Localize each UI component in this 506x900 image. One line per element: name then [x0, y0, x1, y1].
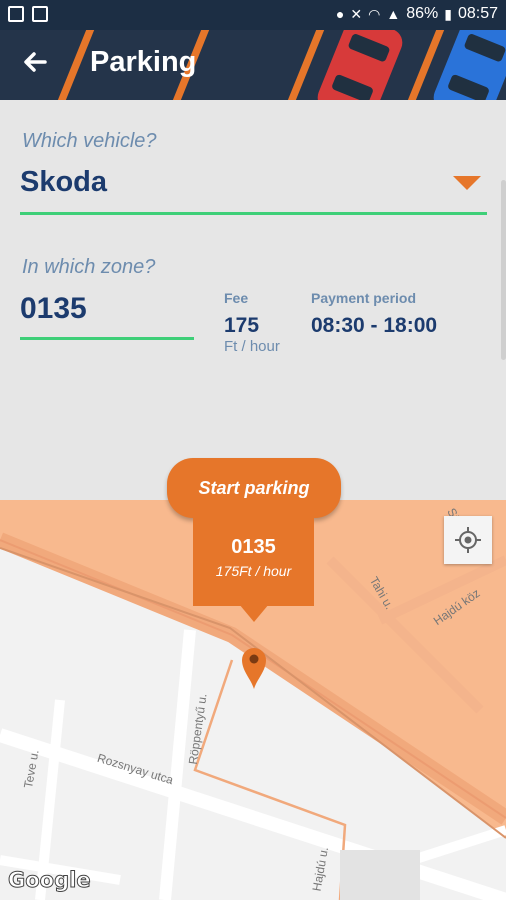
zone-input[interactable]: 0135 — [20, 292, 87, 326]
scroll-handle[interactable] — [501, 180, 506, 360]
arrow-left-icon — [24, 52, 47, 72]
vehicle-select[interactable]: Skoda — [20, 166, 107, 199]
mute-icon: ✕ — [350, 5, 363, 22]
vehicle-underline — [20, 212, 487, 215]
zone-label: In which zone? — [22, 256, 156, 278]
fee-value: 175 — [224, 314, 260, 337]
app-header: Parking — [0, 30, 506, 100]
zone-underline — [20, 337, 194, 340]
page-title: Parking — [90, 46, 197, 78]
zone-card-rate: 175Ft / hour — [215, 563, 292, 579]
crosshair-icon — [455, 527, 481, 553]
chevron-down-icon[interactable] — [453, 176, 481, 190]
payment-period-label: Payment period — [311, 290, 417, 306]
location-icon: ● — [335, 6, 345, 22]
zone-card-number: 0135 — [231, 536, 276, 558]
start-parking-button[interactable]: Start parking — [167, 458, 341, 518]
card-pointer — [239, 604, 269, 622]
my-location-button[interactable] — [444, 516, 492, 564]
status-bar: ● ✕ ◠ ▲ 86% ▮ 08:57 — [0, 0, 506, 30]
map-pin-icon[interactable] — [239, 645, 269, 690]
fee-label: Fee — [224, 290, 249, 306]
clock: 08:57 — [457, 5, 498, 22]
parking-form: Which vehicle? Skoda In which zone? 0135… — [0, 100, 506, 500]
vehicle-label: Which vehicle? — [22, 130, 157, 152]
zone-info-card: 0135 175Ft / hour — [193, 518, 314, 606]
payment-period-value: 08:30 - 18:00 — [311, 314, 438, 337]
battery-percent: 86% — [406, 5, 439, 22]
wifi-icon: ◠ — [368, 5, 381, 22]
system-icons: ● ✕ ◠ ▲ 86% ▮ 08:57 — [336, 5, 498, 23]
battery-icon: ▮ — [444, 5, 452, 22]
google-logo: Google — [8, 868, 92, 893]
notification-icons — [8, 6, 48, 22]
signal-icon: ▲ — [386, 6, 401, 22]
fee-unit: Ft / hour — [224, 338, 280, 355]
gallery-icon — [8, 6, 24, 22]
blue-car-decoration — [429, 30, 506, 100]
flipboard-icon — [32, 6, 48, 22]
red-car-decoration — [313, 30, 407, 100]
back-button[interactable] — [18, 48, 52, 82]
